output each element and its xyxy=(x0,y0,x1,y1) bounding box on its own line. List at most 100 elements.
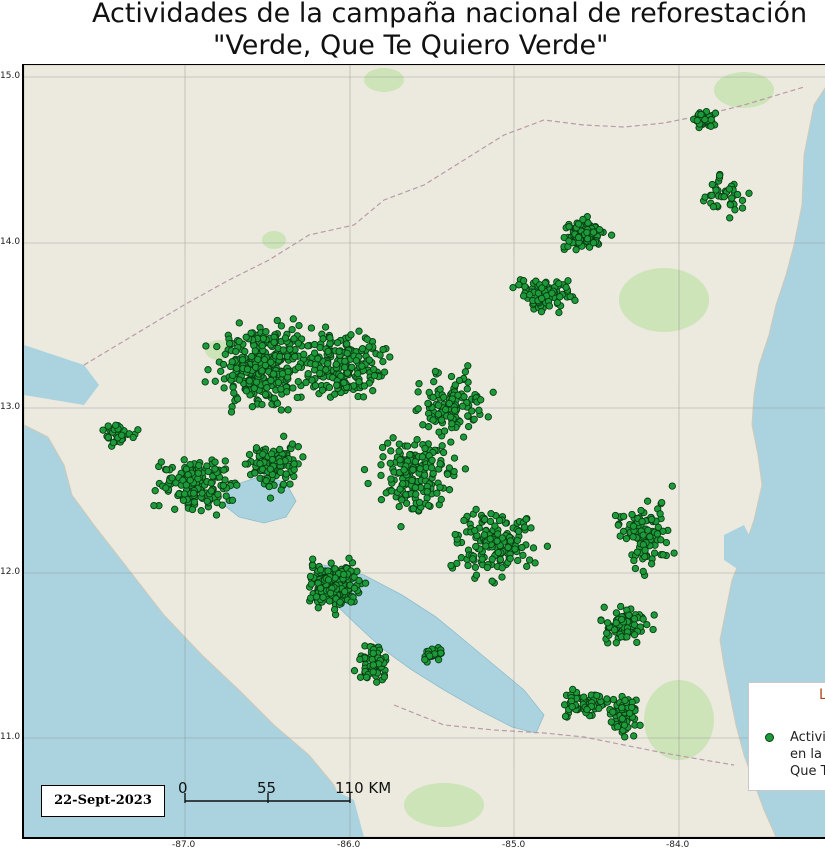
activity-point xyxy=(565,237,573,245)
activity-point xyxy=(583,228,591,237)
lon-label: -84.0 xyxy=(666,840,690,850)
activity-point xyxy=(112,421,120,429)
activity-point xyxy=(379,357,387,366)
activity-point xyxy=(311,381,320,390)
activity-point xyxy=(469,555,477,563)
map-frame[interactable] xyxy=(22,64,825,839)
activity-point xyxy=(414,388,422,396)
activity-point xyxy=(504,543,512,552)
activity-point xyxy=(638,517,646,526)
activity-point xyxy=(630,621,639,629)
lon-label: -86.0 xyxy=(337,840,361,850)
forest-patch xyxy=(714,72,774,108)
activity-point xyxy=(232,347,240,356)
activity-point xyxy=(630,615,639,623)
activity-point xyxy=(403,442,412,450)
activity-point xyxy=(241,347,249,356)
activity-point xyxy=(415,380,423,388)
activity-point xyxy=(437,416,446,424)
activity-point xyxy=(389,434,397,442)
activity-point xyxy=(207,479,215,487)
activity-point xyxy=(461,465,470,473)
legend-title: L xyxy=(819,687,825,703)
activity-point xyxy=(396,456,404,464)
activity-point xyxy=(293,393,301,402)
activity-point xyxy=(707,116,715,124)
activity-point xyxy=(233,395,242,403)
activity-point xyxy=(525,556,534,564)
activity-point xyxy=(299,453,307,461)
activity-point xyxy=(711,109,720,117)
forest-patch xyxy=(619,268,709,332)
activity-point xyxy=(318,386,327,394)
activity-point xyxy=(327,559,335,567)
activity-point xyxy=(276,445,284,454)
activity-point xyxy=(411,483,420,492)
activity-point xyxy=(248,403,257,411)
activity-point xyxy=(486,535,494,543)
activity-point xyxy=(609,695,618,704)
activity-point xyxy=(480,531,489,539)
map-canvas[interactable] xyxy=(24,65,825,837)
activity-point xyxy=(270,338,278,346)
activity-point xyxy=(252,444,261,452)
activity-point xyxy=(725,185,733,193)
activity-point xyxy=(251,469,259,477)
activity-point xyxy=(429,416,437,424)
activity-point xyxy=(450,454,459,462)
activity-point xyxy=(347,598,355,606)
lat-label: 11.0 xyxy=(0,732,21,742)
activity-point xyxy=(220,384,228,392)
activity-point xyxy=(365,343,373,351)
activity-point xyxy=(437,495,445,504)
activity-point xyxy=(447,438,455,446)
activity-point xyxy=(369,649,377,657)
activity-point xyxy=(459,433,468,441)
activity-point xyxy=(670,549,678,557)
activity-point xyxy=(294,363,303,371)
date-box: 22-Sept-2023 xyxy=(41,785,165,817)
activity-point xyxy=(622,534,631,543)
activity-point xyxy=(621,696,629,705)
activity-point xyxy=(589,228,598,236)
activity-point xyxy=(377,496,386,504)
activity-point xyxy=(341,363,349,372)
activity-point xyxy=(207,487,215,495)
legend-line: en la xyxy=(790,747,822,762)
activity-point xyxy=(653,530,662,538)
activity-point xyxy=(603,695,611,703)
activity-point xyxy=(288,440,297,448)
activity-point xyxy=(647,560,656,568)
activity-point xyxy=(280,432,288,440)
lat-label: 14.0 xyxy=(0,237,21,247)
activity-point xyxy=(341,357,349,365)
activity-point xyxy=(321,323,330,331)
legend-point-icon xyxy=(765,733,774,742)
activity-point xyxy=(355,576,363,585)
activity-point xyxy=(221,457,229,465)
lat-label: 13.0 xyxy=(0,402,21,412)
activity-point xyxy=(475,406,483,414)
activity-point xyxy=(657,536,665,544)
activity-point xyxy=(607,718,615,726)
activity-point xyxy=(506,537,515,545)
activity-point xyxy=(347,331,355,339)
activity-point xyxy=(179,496,188,504)
activity-point xyxy=(309,555,317,563)
activity-point xyxy=(564,277,572,285)
activity-point xyxy=(263,384,271,392)
activity-point xyxy=(436,483,444,492)
activity-point xyxy=(317,566,325,574)
activity-point xyxy=(213,498,221,507)
activity-point xyxy=(514,556,522,565)
activity-point xyxy=(294,443,302,451)
activity-point xyxy=(451,530,459,539)
activity-point xyxy=(358,345,367,353)
activity-point xyxy=(204,467,212,476)
activity-point xyxy=(369,365,378,373)
activity-point xyxy=(496,555,505,564)
activity-point xyxy=(525,291,534,299)
activity-point xyxy=(395,447,403,455)
activity-point xyxy=(424,501,433,510)
activity-point xyxy=(211,458,219,466)
